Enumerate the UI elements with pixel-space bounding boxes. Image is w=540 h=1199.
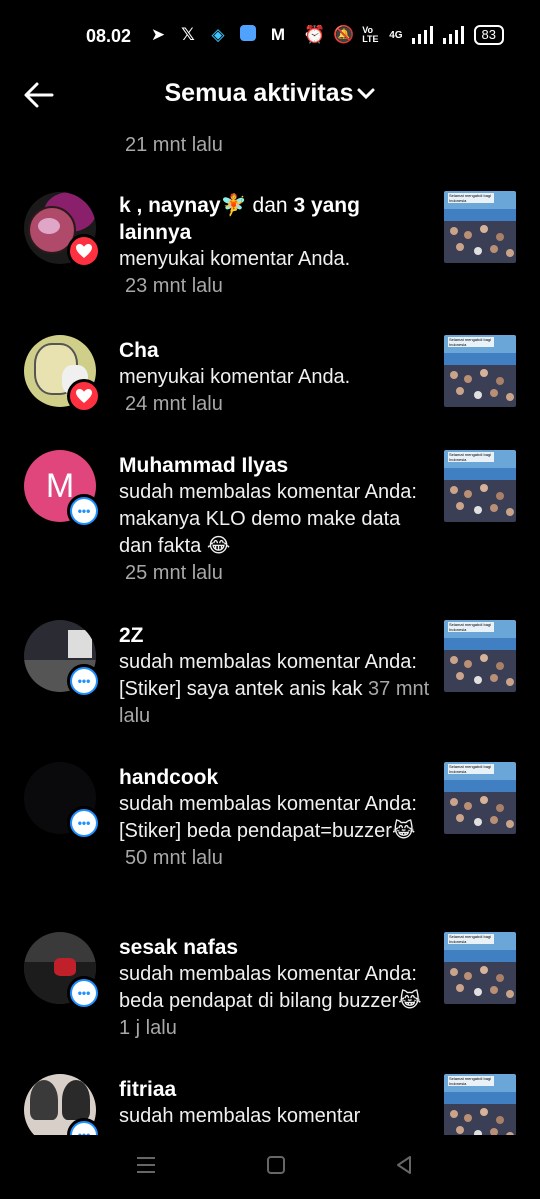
username[interactable]: Muhammad Ilyas (119, 452, 434, 479)
top-bar: Semua aktivitas (0, 72, 540, 118)
username[interactable]: k , naynay🧚 dan 3 yang lainnya (119, 192, 434, 246)
thumbnail-caption: Selamat mengabdi bagi Indonesia (449, 934, 492, 944)
activity-text: 2Z sudah membalas komentar Anda: [Stiker… (119, 622, 434, 730)
status-time: 08.02 (86, 26, 132, 46)
thumbnail-caption: Selamat mengabdi bagi Indonesia (449, 764, 492, 774)
battery-indicator: 83 (473, 25, 504, 45)
comment-bubble: ••• (72, 669, 96, 693)
thumbnail-caption: Selamat mengabdi bagi Indonesia (449, 193, 492, 203)
network-label: 4G (389, 29, 403, 41)
status-bar: 08.02 ➤ 𝕏 ◈ M • ⏰ 🔕 Vo LTE 4G 83 (0, 0, 540, 72)
page-title: Semua aktivitas (164, 79, 354, 107)
activity-filter-dropdown[interactable]: Semua aktivitas (0, 79, 540, 108)
mute-icon: 🔕 (333, 25, 355, 44)
signal-icon (411, 26, 433, 44)
timestamp: 23 mnt lalu (125, 275, 223, 297)
gmail-icon: M (270, 25, 286, 44)
activity-text: handcook sudah membalas komentar Anda: [… (119, 764, 434, 872)
post-thumbnail[interactable]: Selamat mengabdi bagi Indonesia (444, 450, 516, 522)
username[interactable]: handcook (119, 764, 434, 791)
post-thumbnail[interactable]: Selamat mengabdi bagi Indonesia (444, 191, 516, 263)
post-thumbnail[interactable]: Selamat mengabdi bagi Indonesia (444, 1074, 516, 1135)
heart-badge (67, 379, 101, 413)
comment-bubble: ••• (72, 811, 96, 835)
home-icon[interactable] (264, 1153, 288, 1177)
post-thumbnail[interactable]: Selamat mengabdi bagi Indonesia (444, 932, 516, 1004)
chevron-down-icon (357, 88, 374, 100)
previous-item-time: 21 mnt lalu (125, 134, 223, 156)
comment-icon: ••• (77, 816, 91, 830)
back-icon[interactable] (392, 1153, 416, 1177)
shopping-icon: ◈ (211, 25, 225, 44)
alarm-icon: ⏰ (304, 25, 326, 44)
activity-action: menyukai komentar Anda. (119, 366, 351, 388)
timestamp: 25 mnt lalu (125, 562, 223, 584)
activity-action: sudah membalas komentar Anda: [Stiker] s… (119, 651, 430, 727)
menu-icon[interactable] (134, 1153, 158, 1177)
comment-bubble: ••• (72, 499, 96, 523)
comment-icon: ••• (77, 986, 91, 1000)
activity-text: sesak nafas sudah membalas komentar Anda… (119, 934, 434, 1042)
comment-icon: ••• (77, 674, 91, 688)
timestamp: 1 j lalu (119, 1017, 177, 1039)
activity-text: Muhammad Ilyas sudah membalas komentar A… (119, 452, 434, 587)
activity-text: k , naynay🧚 dan 3 yang lainnya menyukai … (119, 192, 434, 300)
activity-text: fitriaa sudah membalas komentar (119, 1076, 434, 1130)
app-icon (238, 25, 258, 45)
signal-icon-2 (442, 26, 464, 44)
timestamp: 50 mnt lalu (125, 847, 223, 869)
heart-icon (76, 244, 92, 258)
thumbnail-caption: Selamat mengabdi bagi Indonesia (449, 337, 492, 347)
post-thumbnail[interactable]: Selamat mengabdi bagi Indonesia (444, 620, 516, 692)
telegram-icon: ➤ (150, 25, 166, 44)
activity-action: sudah membalas komentar Anda: [Stiker] b… (119, 793, 417, 842)
comment-badge: ••• (67, 806, 101, 840)
thumbnail-caption: Selamat mengabdi bagi Indonesia (449, 1076, 492, 1086)
activity-action: sudah membalas komentar Anda: makanya KL… (119, 481, 417, 557)
activity-text: Cha menyukai komentar Anda. 24 mnt lalu (119, 337, 434, 418)
system-navigation-bar (0, 1135, 540, 1199)
thumbnail-caption: Selamat mengabdi bagi Indonesia (449, 452, 492, 462)
username[interactable]: 2Z (119, 622, 434, 649)
post-thumbnail[interactable]: Selamat mengabdi bagi Indonesia (444, 335, 516, 407)
username[interactable]: Cha (119, 337, 434, 364)
post-thumbnail[interactable]: Selamat mengabdi bagi Indonesia (444, 762, 516, 834)
system-icons: ⏰ 🔕 Vo LTE 4G 83 (304, 25, 504, 45)
comment-bubble: ••• (72, 981, 96, 1005)
activity-action: sudah membalas komentar (119, 1105, 361, 1127)
timestamp: 24 mnt lalu (125, 393, 223, 415)
heart-badge (67, 234, 101, 268)
comment-icon: ••• (77, 504, 91, 518)
notification-icons: ➤ 𝕏 ◈ M • (148, 25, 318, 45)
comment-bubble: ••• (72, 1123, 96, 1135)
volte-label: Vo LTE (362, 25, 379, 44)
activity-action: sudah membalas komentar Anda: beda penda… (119, 963, 422, 1039)
comment-badge: ••• (67, 494, 101, 528)
username[interactable]: fitriaa (119, 1076, 434, 1103)
heart-icon (76, 389, 92, 403)
activity-action: menyukai komentar Anda. (119, 248, 351, 270)
activity-feed[interactable]: 21 mnt lalu k , naynay🧚 dan 3 yang lainn… (0, 120, 540, 1135)
thumbnail-caption: Selamat mengabdi bagi Indonesia (449, 622, 492, 632)
comment-badge: ••• (67, 664, 101, 698)
username[interactable]: sesak nafas (119, 934, 434, 961)
x-icon: 𝕏 (181, 25, 195, 44)
comment-badge: ••• (67, 976, 101, 1010)
